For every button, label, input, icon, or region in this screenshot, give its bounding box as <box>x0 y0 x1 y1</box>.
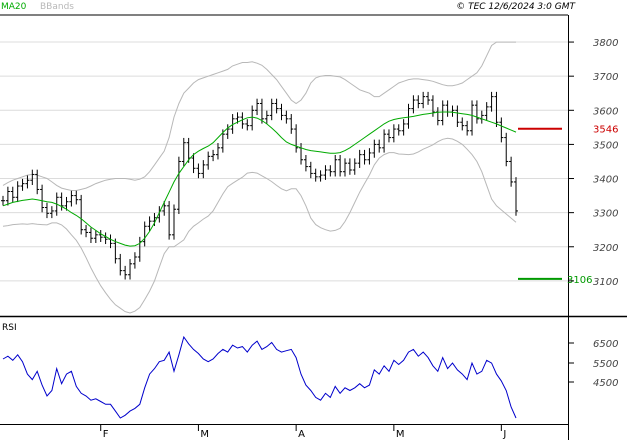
price-tick-label: 3500 <box>593 140 618 151</box>
date-tick-label: M <box>396 429 405 440</box>
rsi-tick-label: 4500 <box>593 378 618 389</box>
date-tick-label: A <box>298 429 305 440</box>
source-timestamp: © TEC 12/6/2024 3:0 GMT <box>456 2 576 12</box>
rsi-title: RSI <box>2 323 17 333</box>
rsi-tick-label: 6500 <box>593 339 618 350</box>
rsi-tick-label: 5500 <box>593 359 618 370</box>
date-tick-label: M <box>200 429 209 440</box>
resistance-label: 3546 <box>593 125 618 136</box>
date-tick-label: F <box>103 429 109 440</box>
stock-chart: MA20 BBands © TEC 12/6/2024 3:0 GMT 3546… <box>0 0 627 440</box>
price-tick-label: 3100 <box>593 277 618 288</box>
price-tick-label: 3400 <box>593 175 618 186</box>
ma-legend-label: MA20 <box>1 2 27 12</box>
support-label: 3106 <box>567 275 592 286</box>
price-tick-label: 3800 <box>593 38 618 49</box>
price-tick-label: 3600 <box>593 106 618 117</box>
date-tick-label: J <box>502 429 506 440</box>
price-tick-label: 3200 <box>593 243 618 254</box>
bbands-legend-label: BBands <box>40 2 74 12</box>
price-tick-label: 3700 <box>593 72 618 83</box>
price-tick-label: 3300 <box>593 209 618 220</box>
